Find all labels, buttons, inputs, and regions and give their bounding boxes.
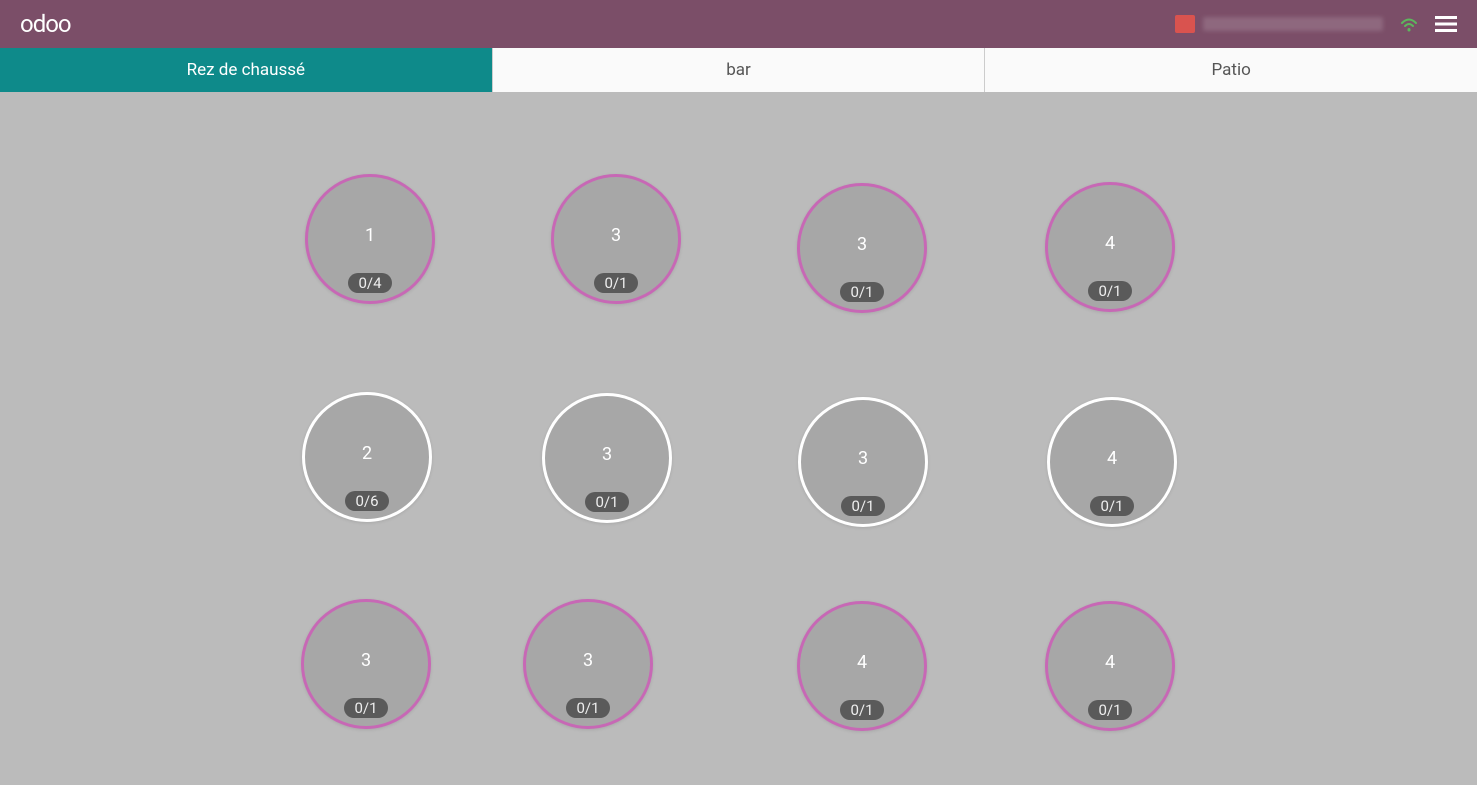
table-label: 3 bbox=[361, 650, 371, 671]
table-2[interactable]: 3 0/1 bbox=[797, 183, 927, 313]
table-seat-count: 0/1 bbox=[841, 496, 884, 516]
table-label: 3 bbox=[583, 650, 593, 671]
logo: odoo bbox=[20, 10, 71, 38]
app-header: odoo bbox=[0, 0, 1477, 48]
table-8[interactable]: 3 0/1 bbox=[301, 599, 431, 729]
table-label: 4 bbox=[1105, 233, 1115, 254]
user-name-blurred bbox=[1203, 17, 1383, 31]
wifi-icon bbox=[1399, 16, 1419, 32]
floor-tabs: Rez de chaussé bar Patio bbox=[0, 48, 1477, 92]
user-info[interactable] bbox=[1175, 15, 1383, 33]
table-label: 2 bbox=[362, 443, 372, 464]
table-label: 4 bbox=[1107, 448, 1117, 469]
table-label: 3 bbox=[602, 444, 612, 465]
tab-rez-de-chausse[interactable]: Rez de chaussé bbox=[0, 48, 493, 92]
table-label: 3 bbox=[858, 448, 868, 469]
menu-icon[interactable] bbox=[1435, 15, 1457, 33]
table-seat-count: 0/1 bbox=[1088, 700, 1131, 720]
table-label: 4 bbox=[1105, 652, 1115, 673]
table-11[interactable]: 4 0/1 bbox=[1045, 601, 1175, 731]
table-9[interactable]: 3 0/1 bbox=[523, 599, 653, 729]
table-seat-count: 0/1 bbox=[840, 700, 883, 720]
table-10[interactable]: 4 0/1 bbox=[797, 601, 927, 731]
table-1[interactable]: 3 0/1 bbox=[551, 174, 681, 304]
table-4[interactable]: 2 0/6 bbox=[302, 392, 432, 522]
table-3[interactable]: 4 0/1 bbox=[1045, 182, 1175, 312]
table-seat-count: 0/4 bbox=[348, 273, 391, 293]
floor-area: 1 0/4 3 0/1 3 0/1 4 0/1 2 0/6 3 0/1 3 0/1 4 0/1 3 0/1 3 0/1… bbox=[0, 92, 1477, 785]
table-0[interactable]: 1 0/4 bbox=[305, 174, 435, 304]
table-label: 3 bbox=[857, 234, 867, 255]
table-seat-count: 0/1 bbox=[840, 282, 883, 302]
table-seat-count: 0/1 bbox=[585, 492, 628, 512]
table-label: 1 bbox=[365, 225, 375, 246]
table-7[interactable]: 4 0/1 bbox=[1047, 397, 1177, 527]
table-seat-count: 0/1 bbox=[1090, 496, 1133, 516]
table-label: 4 bbox=[857, 652, 867, 673]
table-seat-count: 0/1 bbox=[344, 698, 387, 718]
user-avatar bbox=[1175, 15, 1195, 33]
header-right bbox=[1175, 15, 1457, 33]
table-seat-count: 0/1 bbox=[1088, 281, 1131, 301]
table-label: 3 bbox=[611, 225, 621, 246]
table-5[interactable]: 3 0/1 bbox=[542, 393, 672, 523]
tab-bar[interactable]: bar bbox=[493, 48, 986, 92]
table-6[interactable]: 3 0/1 bbox=[798, 397, 928, 527]
table-seat-count: 0/1 bbox=[566, 698, 609, 718]
table-seat-count: 0/1 bbox=[594, 273, 637, 293]
table-seat-count: 0/6 bbox=[345, 491, 388, 511]
tab-patio[interactable]: Patio bbox=[985, 48, 1477, 92]
